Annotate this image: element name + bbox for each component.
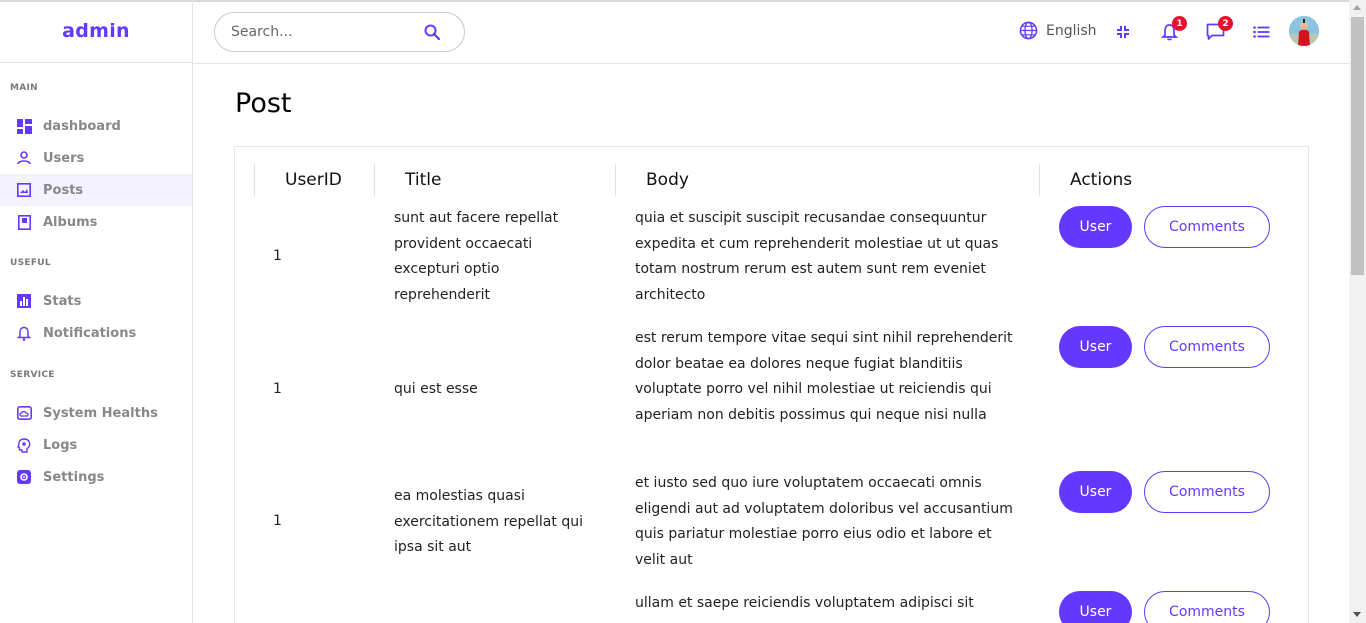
cell-body: est rerum tempore vitae sequi sint nihil… [635,330,1013,423]
list-icon[interactable] [1250,21,1272,43]
section-title-main: MAIN [10,83,39,93]
sidebar-item-label: Settings [43,469,105,485]
scrollbar-thumb[interactable] [1351,17,1364,275]
comments-button[interactable]: Comments [1144,591,1270,623]
sidebar-item-albums[interactable]: Albums [0,206,192,238]
sidebar-item-label: Stats [43,293,82,309]
sidebar-item-label: Albums [43,214,98,230]
notifications-button[interactable]: 1 [1158,16,1187,43]
album-icon [16,214,32,230]
sidebar-item-system-healths[interactable]: System Healths [0,397,192,429]
image-icon [16,182,32,198]
column-header-actions: Actions [1039,164,1279,196]
topbar: English 1 2 [193,2,1349,64]
language-label: English [1046,22,1097,39]
comments-button[interactable]: Comments [1144,206,1270,248]
settings-icon [16,469,32,485]
cell-userid: 1 [273,248,282,264]
sidebar-item-settings[interactable]: Settings [0,461,192,493]
column-header-body: Body [615,164,1039,196]
dashboard-icon [16,118,32,134]
sidebar-item-label: Notifications [43,325,137,341]
cloud-icon [16,405,32,421]
sidebar: admin MAIN dashboard Users Posts Albums … [0,0,193,623]
user-button[interactable]: User [1059,471,1132,513]
sidebar-item-label: Users [43,150,85,166]
cell-body: quia et suscipit suscipit recusandae con… [635,210,999,303]
language-selector[interactable]: English [1019,21,1097,40]
sidebar-item-label: System Healths [43,405,158,421]
globe-icon [1019,21,1038,40]
cell-title: qui est esse [394,381,478,397]
sidebar-item-dashboard[interactable]: dashboard [0,110,192,142]
comments-button[interactable]: Comments [1144,326,1270,368]
sidebar-item-label: Logs [43,437,78,453]
search-icon[interactable] [424,24,441,44]
logo-area: admin [0,0,192,63]
user-icon [16,150,32,166]
cell-userid: 1 [273,513,282,529]
messages-button[interactable]: 2 [1204,16,1233,43]
cell-body: ullam et saepe reiciendis voluptatem adi… [635,595,974,611]
section-title-useful: USEFUL [10,258,51,268]
column-header-userid: UserID [254,164,374,196]
notifications-badge: 1 [1172,16,1187,31]
search-box [214,12,465,52]
user-button[interactable]: User [1059,591,1132,623]
sidebar-item-posts[interactable]: Posts [0,174,192,206]
sidebar-item-label: Posts [43,182,84,198]
comments-button[interactable]: Comments [1144,471,1270,513]
user-button[interactable]: User [1059,206,1132,248]
cell-body: et iusto sed quo iure voluptatem occaeca… [635,475,1013,568]
sidebar-item-notifications[interactable]: Notifications [0,317,192,349]
sidebar-item-stats[interactable]: Stats [0,285,192,317]
user-button[interactable]: User [1059,326,1132,368]
scroll-up-arrow-icon[interactable] [1353,5,1361,10]
sidebar-item-label: dashboard [43,118,121,134]
brain-icon [16,437,32,453]
search-input[interactable] [231,24,411,40]
scroll-down-arrow-icon[interactable] [1353,612,1361,617]
avatar[interactable] [1289,16,1319,46]
messages-badge: 2 [1218,16,1233,31]
scrollbar[interactable] [1349,0,1366,623]
bar-chart-icon [16,293,32,309]
fullscreen-exit-icon[interactable] [1112,21,1134,43]
section-title-service: SERVICE [10,370,55,380]
cell-title: sunt aut facere repellat provident occae… [394,210,559,303]
cell-title: ea molestias quasi exercitationem repell… [394,488,583,555]
page-title: Post [235,88,292,119]
sidebar-item-logs[interactable]: Logs [0,429,192,461]
bell-icon [16,325,32,341]
cell-userid: 1 [273,381,282,397]
column-header-title: Title [374,164,615,196]
sidebar-item-users[interactable]: Users [0,142,192,174]
logo[interactable]: admin [62,20,130,42]
